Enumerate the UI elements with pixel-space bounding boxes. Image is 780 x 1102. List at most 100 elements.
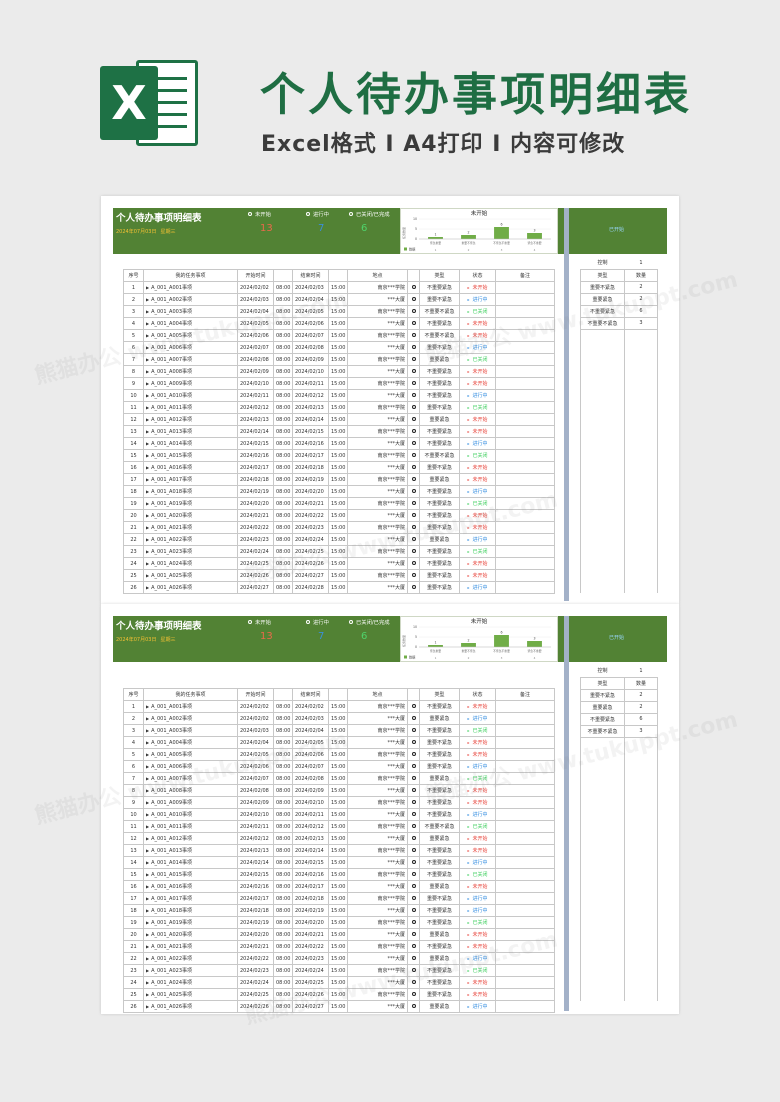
remark[interactable] [495, 832, 555, 845]
table-row[interactable]: 17 ▶ A_001_A017事项 2024/02/17 08:00 2024/02/18… [123, 892, 555, 905]
task-cell[interactable]: ▶ A_001_A003事项 [143, 305, 238, 318]
table-row[interactable]: 14 ▶ A_001_A014事项 2024/02/14 08:00 2024/02/15… [123, 856, 555, 869]
table-row[interactable]: 12 ▶ A_001_A012事项 2024/02/12 08:00 2024/02/13… [123, 832, 555, 845]
remark[interactable] [495, 724, 555, 737]
remark[interactable] [495, 425, 555, 438]
table-row[interactable]: 7 ▶ A_001_A007事项 2024/02/07 08:00 2024/02/08 1… [123, 772, 555, 785]
remark[interactable] [495, 533, 555, 546]
task-cell[interactable]: ▶ A_001_A010事项 [143, 389, 238, 402]
task-cell[interactable]: ▶ A_001_A009事项 [143, 377, 238, 390]
task-cell[interactable]: ▶ A_001_A007事项 [143, 772, 238, 785]
task-cell[interactable]: ▶ A_001_A001事项 [143, 281, 238, 294]
table-row[interactable]: 18 ▶ A_001_A018事项 2024/02/18 08:00 2024/02/19… [123, 904, 555, 917]
task-cell[interactable]: ▶ A_001_A019事项 [143, 497, 238, 510]
remark[interactable] [495, 772, 555, 785]
remark[interactable] [495, 461, 555, 474]
table-row[interactable]: 24 ▶ A_001_A024事项 2024/02/24 08:00 2024/02/25… [123, 976, 555, 989]
remark[interactable] [495, 497, 555, 510]
remark[interactable] [495, 317, 555, 330]
table-row[interactable]: 4 ▶ A_001_A004事项 2024/02/04 08:00 2024/02/05 1… [123, 736, 555, 749]
table-row[interactable]: 25 ▶ A_001_A025事项 2024/02/26 08:00 2024/02/27… [123, 569, 555, 582]
table-row[interactable]: 23 ▶ A_001_A023事项 2024/02/24 08:00 2024/02/25… [123, 545, 555, 558]
table-row[interactable]: 7 ▶ A_001_A007事项 2024/02/08 08:00 2024/02/09 1… [123, 353, 555, 366]
table-row[interactable]: 16 ▶ A_001_A016事项 2024/02/16 08:00 2024/02/17… [123, 880, 555, 893]
remark[interactable] [495, 712, 555, 725]
task-cell[interactable]: ▶ A_001_A016事项 [143, 880, 238, 893]
remark[interactable] [495, 365, 555, 378]
remark[interactable] [495, 293, 555, 306]
task-cell[interactable]: ▶ A_001_A024事项 [143, 557, 238, 570]
task-cell[interactable]: ▶ A_001_A006事项 [143, 341, 238, 354]
remark[interactable] [495, 820, 555, 833]
task-cell[interactable]: ▶ A_001_A014事项 [143, 856, 238, 869]
table-row[interactable]: 9 ▶ A_001_A009事项 2024/02/10 08:00 2024/02/11 1… [123, 377, 555, 390]
task-cell[interactable]: ▶ A_001_A001事项 [143, 700, 238, 713]
table-row[interactable]: 12 ▶ A_001_A012事项 2024/02/13 08:00 2024/02/14… [123, 413, 555, 426]
task-cell[interactable]: ▶ A_001_A005事项 [143, 748, 238, 761]
remark[interactable] [495, 569, 555, 582]
task-cell[interactable]: ▶ A_001_A014事项 [143, 437, 238, 450]
table-row[interactable]: 24 ▶ A_001_A024事项 2024/02/25 08:00 2024/02/26… [123, 557, 555, 570]
table-row[interactable]: 14 ▶ A_001_A014事项 2024/02/15 08:00 2024/02/16… [123, 437, 555, 450]
table-row[interactable]: 1 ▶ A_001_A001事项 2024/02/02 08:00 2024/02/02 1… [123, 700, 555, 713]
remark[interactable] [495, 437, 555, 450]
table-row[interactable]: 13 ▶ A_001_A013事项 2024/02/13 08:00 2024/02/14… [123, 844, 555, 857]
table-row[interactable]: 16 ▶ A_001_A016事项 2024/02/17 08:00 2024/02/18… [123, 461, 555, 474]
remark[interactable] [495, 305, 555, 318]
table-row[interactable]: 25 ▶ A_001_A025事项 2024/02/25 08:00 2024/02/26… [123, 988, 555, 1001]
remark[interactable] [495, 413, 555, 426]
remark[interactable] [495, 988, 555, 1001]
remark[interactable] [495, 341, 555, 354]
task-cell[interactable]: ▶ A_001_A016事项 [143, 461, 238, 474]
table-row[interactable]: 1 ▶ A_001_A001事项 2024/02/02 08:00 2024/02/03 1… [123, 281, 555, 294]
remark[interactable] [495, 976, 555, 989]
table-row[interactable]: 3 ▶ A_001_A003事项 2024/02/04 08:00 2024/02/05 1… [123, 305, 555, 318]
table-row[interactable]: 6 ▶ A_001_A006事项 2024/02/07 08:00 2024/02/08 1… [123, 341, 555, 354]
remark[interactable] [495, 329, 555, 342]
task-cell[interactable]: ▶ A_001_A017事项 [143, 892, 238, 905]
table-row[interactable]: 11 ▶ A_001_A011事项 2024/02/12 08:00 2024/02/13… [123, 401, 555, 414]
remark[interactable] [495, 916, 555, 929]
remark[interactable] [495, 389, 555, 402]
remark[interactable] [495, 557, 555, 570]
table-row[interactable]: 5 ▶ A_001_A005事项 2024/02/05 08:00 2024/02/06 1… [123, 748, 555, 761]
task-cell[interactable]: ▶ A_001_A018事项 [143, 904, 238, 917]
control-value[interactable]: 1 [625, 665, 658, 677]
table-row[interactable]: 5 ▶ A_001_A005事项 2024/02/06 08:00 2024/02/07 1… [123, 329, 555, 342]
task-cell[interactable]: ▶ A_001_A011事项 [143, 401, 238, 414]
control-value[interactable]: 1 [625, 257, 658, 269]
table-row[interactable]: 26 ▶ A_001_A026事项 2024/02/26 08:00 2024/02/27… [123, 1000, 555, 1013]
table-row[interactable]: 23 ▶ A_001_A023事项 2024/02/23 08:00 2024/02/24… [123, 964, 555, 977]
task-cell[interactable]: ▶ A_001_A012事项 [143, 832, 238, 845]
remark[interactable] [495, 808, 555, 821]
remark[interactable] [495, 485, 555, 498]
remark[interactable] [495, 353, 555, 366]
task-cell[interactable]: ▶ A_001_A011事项 [143, 820, 238, 833]
table-row[interactable]: 2 ▶ A_001_A002事项 2024/02/03 08:00 2024/02/04 1… [123, 293, 555, 306]
table-row[interactable]: 15 ▶ A_001_A015事项 2024/02/16 08:00 2024/02/17… [123, 449, 555, 462]
table-row[interactable]: 6 ▶ A_001_A006事项 2024/02/06 08:00 2024/02/07 1… [123, 760, 555, 773]
remark[interactable] [495, 581, 555, 594]
table-row[interactable]: 20 ▶ A_001_A020事项 2024/02/20 08:00 2024/02/21… [123, 928, 555, 941]
task-cell[interactable]: ▶ A_001_A021事项 [143, 940, 238, 953]
remark[interactable] [495, 281, 555, 294]
table-row[interactable]: 19 ▶ A_001_A019事项 2024/02/19 08:00 2024/02/20… [123, 916, 555, 929]
task-cell[interactable]: ▶ A_001_A006事项 [143, 760, 238, 773]
remark[interactable] [495, 880, 555, 893]
task-cell[interactable]: ▶ A_001_A022事项 [143, 533, 238, 546]
task-cell[interactable]: ▶ A_001_A003事项 [143, 724, 238, 737]
task-cell[interactable]: ▶ A_001_A004事项 [143, 317, 238, 330]
remark[interactable] [495, 473, 555, 486]
remark[interactable] [495, 868, 555, 881]
table-row[interactable]: 9 ▶ A_001_A009事项 2024/02/09 08:00 2024/02/10 1… [123, 796, 555, 809]
remark[interactable] [495, 521, 555, 534]
task-cell[interactable]: ▶ A_001_A009事项 [143, 796, 238, 809]
table-row[interactable]: 15 ▶ A_001_A015事项 2024/02/15 08:00 2024/02/16… [123, 868, 555, 881]
remark[interactable] [495, 964, 555, 977]
remark[interactable] [495, 760, 555, 773]
table-row[interactable]: 26 ▶ A_001_A026事项 2024/02/27 08:00 2024/02/28… [123, 581, 555, 594]
remark[interactable] [495, 796, 555, 809]
task-cell[interactable]: ▶ A_001_A026事项 [143, 581, 238, 594]
table-row[interactable]: 4 ▶ A_001_A004事项 2024/02/05 08:00 2024/02/06 1… [123, 317, 555, 330]
task-cell[interactable]: ▶ A_001_A004事项 [143, 736, 238, 749]
